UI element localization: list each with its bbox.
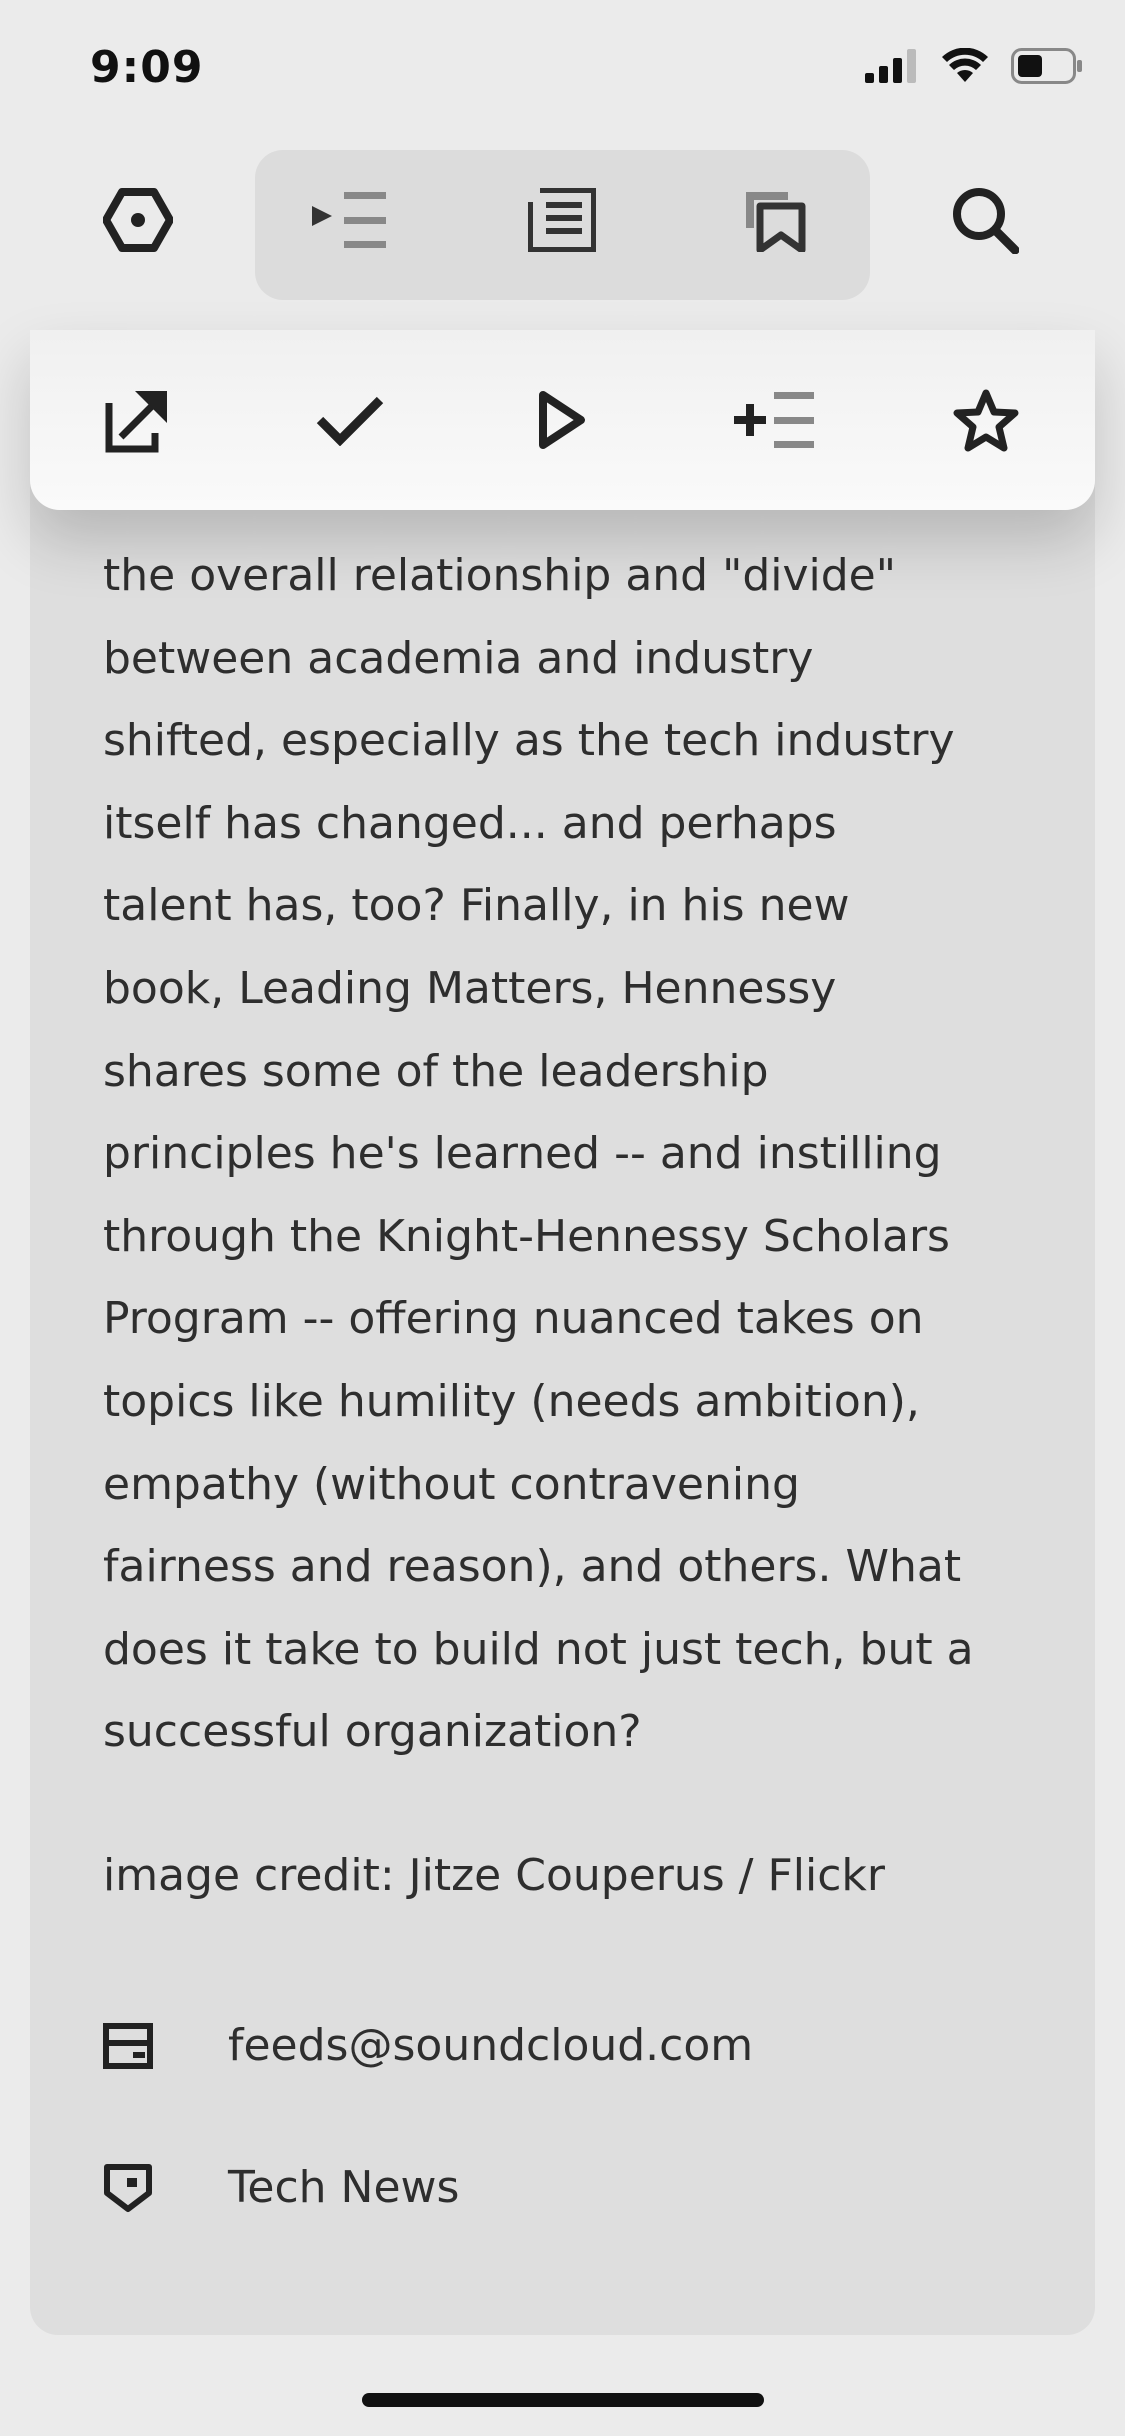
author-email: feeds@soundcloud.com bbox=[228, 2020, 754, 2071]
battery-icon bbox=[1011, 48, 1082, 84]
tab-articles[interactable] bbox=[512, 170, 612, 270]
play-button[interactable] bbox=[512, 370, 612, 470]
bookmarks-icon bbox=[746, 192, 806, 252]
favorite-star-icon bbox=[953, 389, 1019, 452]
status-time: 9:09 bbox=[90, 42, 204, 93]
article-content: the overall relationship and "divide" be… bbox=[103, 535, 1023, 1774]
mark-read-icon bbox=[316, 396, 384, 446]
cellular-signal-icon bbox=[865, 49, 916, 83]
feed-name: Tech News bbox=[228, 2162, 460, 2213]
open-external-button[interactable] bbox=[88, 370, 188, 470]
home-indicator bbox=[362, 2393, 764, 2407]
search-button[interactable] bbox=[935, 170, 1035, 270]
tab-queue[interactable] bbox=[300, 170, 400, 270]
add-to-queue-icon bbox=[734, 392, 814, 448]
feed-badge-icon bbox=[104, 2163, 152, 2212]
article-body: the overall relationship and "divide" be… bbox=[103, 550, 974, 1758]
tab-bookmarks[interactable] bbox=[724, 170, 824, 270]
mark-read-button[interactable] bbox=[300, 370, 400, 470]
settings-button[interactable] bbox=[88, 170, 188, 270]
settings-hexagon-icon bbox=[103, 188, 173, 252]
add-to-queue-button[interactable] bbox=[724, 370, 824, 470]
article-action-bar bbox=[30, 330, 1095, 510]
status-icons bbox=[865, 48, 1083, 84]
open-external-icon bbox=[105, 391, 167, 453]
feed-row[interactable]: Tech News bbox=[103, 2162, 459, 2213]
article-list-icon bbox=[528, 188, 596, 252]
author-row[interactable]: feeds@soundcloud.com bbox=[103, 2020, 753, 2071]
search-icon bbox=[953, 188, 1019, 254]
image-credit: image credit: Jitze Couperus / Flickr bbox=[103, 1850, 885, 1901]
queue-icon bbox=[312, 192, 386, 248]
favorite-button[interactable] bbox=[936, 370, 1036, 470]
author-card-icon bbox=[103, 2022, 153, 2069]
status-bar: 9:09 bbox=[0, 0, 1125, 140]
play-icon bbox=[539, 391, 585, 449]
wifi-icon bbox=[942, 48, 988, 82]
